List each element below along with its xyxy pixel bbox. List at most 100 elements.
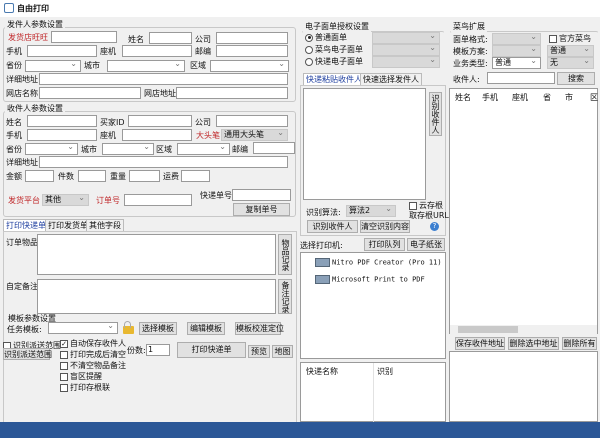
opt-auto-save[interactable]: ✓ 自动保存收件人 — [60, 338, 126, 349]
save-address-button[interactable]: 保存收件地址 — [455, 337, 505, 350]
option-label: 自动保存收件人 — [70, 339, 126, 348]
help-icon[interactable]: ? — [430, 222, 439, 231]
count-input[interactable] — [78, 170, 106, 182]
preview-button[interactable]: 预览 — [248, 345, 270, 358]
sender-name-label: 姓名 — [128, 35, 144, 44]
shop-addr-label: 网店地址 — [144, 89, 176, 98]
select-template-button[interactable]: 选择模板 — [139, 322, 177, 335]
official-cainiao-label: 官方菜鸟 — [559, 34, 591, 43]
format-label: 面单格式: — [453, 35, 488, 44]
radio-express[interactable]: 快递电子面单 — [305, 56, 363, 67]
sender-address-input[interactable] — [39, 73, 288, 85]
opt-keep-items-note[interactable]: 不清空物品备注 — [60, 360, 126, 371]
recognize-receiver-vbutton[interactable]: 识别收件人 — [429, 92, 442, 136]
biz-extra-select[interactable]: 无 — [547, 56, 594, 69]
receiver-phone-input[interactable] — [122, 129, 192, 141]
addr-col-phone: 座机 — [512, 93, 528, 102]
receiver-company-input[interactable] — [216, 115, 288, 127]
algo-select[interactable]: 算法2 — [346, 204, 396, 217]
custom-note-textarea[interactable] — [37, 279, 276, 314]
radio-normal[interactable]: 普通面单 — [305, 32, 347, 43]
freight-label: 运费 — [163, 172, 179, 181]
tab-print-invoice[interactable]: 打印发货单 — [45, 219, 91, 231]
tab-paste-receiver[interactable]: 快递粘贴收件人 — [303, 73, 365, 85]
calibrate-template-button[interactable]: 模板校准定位 — [235, 322, 284, 335]
esheet-select-3[interactable] — [372, 55, 440, 68]
tab-print-express[interactable]: 打印快递单 — [3, 219, 49, 231]
sender-phone-input[interactable] — [122, 45, 192, 57]
sender-city-select[interactable] — [107, 59, 185, 72]
option-label: 盲区提醒 — [70, 372, 102, 381]
printer-item[interactable]: Microsoft Print to PDF — [315, 275, 425, 284]
print-queue-button[interactable]: 打印队列 — [364, 238, 405, 251]
delete-selected-button[interactable]: 删除选中地址 — [508, 337, 559, 350]
copies-input[interactable]: 1 — [146, 344, 170, 356]
get-stub-url-link[interactable]: 取存根URL — [409, 210, 449, 221]
delete-all-button[interactable]: 删除所有 — [562, 337, 597, 350]
radio-label: 普通面单 — [315, 33, 347, 42]
big-head-select[interactable]: 通用大头笔 — [221, 128, 288, 141]
express-no-input[interactable] — [232, 189, 291, 201]
platform-select[interactable]: 其他 — [42, 193, 89, 206]
paste-textarea[interactable] — [303, 88, 426, 200]
horizontal-scrollbar[interactable] — [450, 325, 597, 334]
receiver-mobile-label: 手机 — [6, 131, 22, 140]
receiver-district-label: 区域 — [156, 145, 172, 154]
edit-template-button[interactable]: 编辑模板 — [187, 322, 225, 335]
opt-clear-after-print[interactable]: 打印完成后清空 — [60, 349, 126, 360]
receiver-zip-input[interactable] — [253, 142, 295, 154]
map-button[interactable]: 地图 — [272, 345, 293, 358]
order-no-input[interactable] — [124, 194, 192, 206]
shop-addr-input[interactable] — [176, 87, 288, 99]
checkbox-icon — [60, 372, 68, 381]
e-paper-button[interactable]: 电子纸张 — [407, 238, 445, 251]
opt-print-stub[interactable]: 打印存根联 — [60, 382, 126, 393]
tab-other-fields[interactable]: 其他字段 — [86, 219, 124, 231]
receiver-address-input[interactable] — [39, 156, 288, 168]
official-cainiao-checkbox[interactable]: 官方菜鸟 — [549, 33, 591, 44]
scroll-thumb[interactable] — [458, 326, 518, 333]
sender-mobile-input[interactable] — [27, 45, 97, 57]
clear-recognition-button[interactable]: 清空识别内容 — [360, 220, 410, 233]
note-record-button[interactable]: 备注记录 — [278, 279, 292, 314]
sender-name-input[interactable] — [149, 32, 192, 44]
log-textarea[interactable] — [449, 351, 598, 422]
order-items-textarea[interactable] — [37, 234, 276, 275]
copy-number-button[interactable]: 复制单号 — [233, 203, 290, 216]
buyer-id-input[interactable] — [128, 115, 192, 127]
address-table[interactable]: 姓名 手机 座机 省 市 区 — [449, 88, 598, 334]
taskbar — [0, 422, 600, 438]
printer-name: Nitro PDF Creator (Pro 11) — [332, 258, 442, 267]
weight-input[interactable] — [129, 170, 160, 182]
receiver-mobile-input[interactable] — [27, 129, 97, 141]
shop-ww-input[interactable] — [51, 31, 117, 43]
print-express-button[interactable]: 打印快递单 — [177, 342, 246, 358]
amount-input[interactable] — [25, 170, 54, 182]
task-template-select[interactable] — [48, 321, 118, 334]
sender-province-select[interactable] — [25, 59, 81, 72]
recognize-receiver-button[interactable]: 识别收件人 — [307, 220, 358, 233]
receiver-district-select[interactable] — [177, 142, 230, 155]
receiver-city-select[interactable] — [102, 142, 154, 155]
radio-cainiao[interactable]: 菜鸟电子面单 — [305, 44, 363, 55]
receiver-name-input[interactable] — [27, 115, 97, 127]
items-record-button[interactable]: 物品记录 — [278, 234, 292, 275]
sender-zip-input[interactable] — [216, 45, 288, 57]
opt-blind-area-alert[interactable]: 盲区提醒 — [60, 371, 126, 382]
biz-select[interactable]: 普通 — [492, 56, 541, 69]
express-table[interactable]: 快递名称 识别 — [300, 362, 446, 423]
printer-list[interactable]: Nitro PDF Creator (Pro 11) Microsoft Pri… — [300, 252, 446, 359]
search-button[interactable]: 搜索 — [557, 72, 595, 85]
freight-input[interactable] — [181, 170, 210, 182]
search-receiver-label: 收件人: — [453, 75, 480, 84]
tab-select-sender[interactable]: 快速选择发件人 — [360, 73, 422, 85]
radio-label: 快递电子面单 — [315, 57, 363, 66]
printer-item[interactable]: Nitro PDF Creator (Pro 11) — [315, 258, 442, 267]
receiver-province-select[interactable] — [25, 142, 78, 155]
sender-company-input[interactable] — [216, 32, 288, 44]
range-button[interactable]: 识别派送范围 — [3, 348, 52, 360]
receiver-name-label: 姓名 — [6, 118, 22, 127]
sender-district-select[interactable] — [210, 59, 289, 72]
shop-name-input[interactable] — [39, 87, 141, 99]
search-receiver-input[interactable] — [487, 72, 555, 84]
